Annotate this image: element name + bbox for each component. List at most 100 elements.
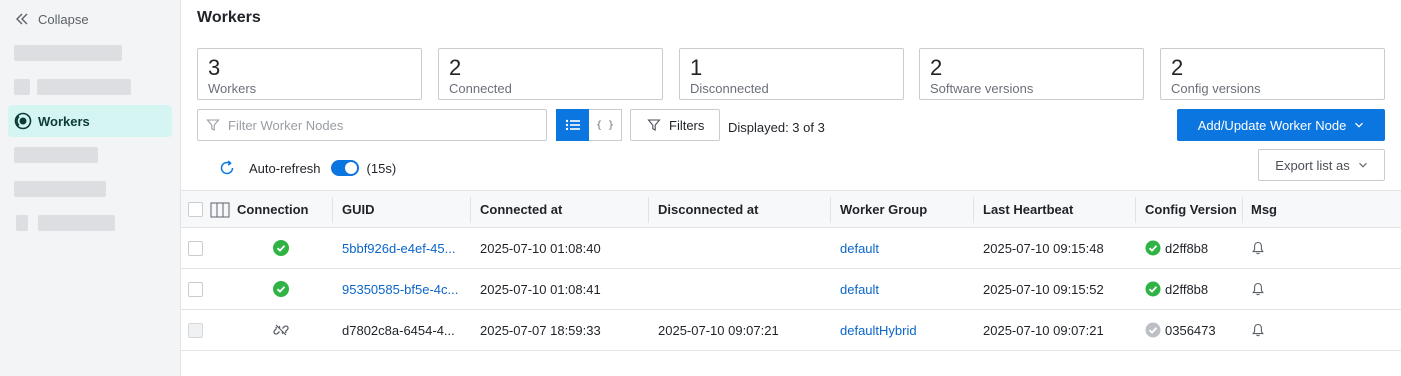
connection-cell — [273, 269, 289, 309]
stat-card-config-versions: 2 Config versions — [1160, 48, 1385, 100]
worker-group-link[interactable]: defaultHybrid — [840, 310, 917, 350]
msg-cell — [1252, 228, 1264, 268]
auto-refresh-toggle[interactable] — [330, 160, 359, 176]
chevron-down-icon — [1358, 162, 1367, 168]
check-circle-icon — [1145, 240, 1161, 256]
column-header-worker-group[interactable]: Worker Group — [840, 191, 927, 228]
worker-group-link[interactable]: default — [840, 269, 879, 309]
column-divider — [648, 197, 649, 223]
sidebar-icon-placeholder — [14, 79, 30, 95]
row-checkbox — [188, 322, 203, 338]
row-select-cell — [188, 269, 203, 309]
workers-icon — [14, 112, 32, 130]
braces-icon: { } — [595, 119, 615, 131]
select-all-cell — [188, 191, 203, 228]
guid-link[interactable]: 5bbf926d-e4ef-45... — [342, 228, 455, 268]
columns-icon[interactable] — [210, 201, 230, 218]
page-title: Workers — [197, 9, 261, 26]
sidebar-item-placeholder[interactable] — [14, 45, 122, 61]
stat-value: 2 — [930, 55, 943, 80]
sidebar-item-workers[interactable]: Workers — [8, 105, 172, 137]
config-version-value: d2ff8b8 — [1165, 240, 1209, 256]
double-chevron-left-icon — [16, 13, 28, 25]
last-heartbeat-cell: 2025-07-10 09:07:21 — [983, 322, 1104, 338]
column-header-msg[interactable]: Msg — [1251, 191, 1277, 228]
list-icon — [565, 119, 580, 131]
stat-card-connected: 2 Connected — [438, 48, 663, 100]
disconnected-at-cell: 2025-07-10 09:07:21 — [658, 322, 779, 338]
add-update-worker-node-button[interactable]: Add/Update Worker Node — [1177, 109, 1385, 141]
column-divider — [470, 197, 471, 223]
config-version-cell: d2ff8b8 — [1145, 228, 1208, 268]
column-chooser-cell — [210, 191, 230, 228]
stat-card-software-versions: 2 Software versions — [919, 48, 1144, 100]
guid-link[interactable]: 95350585-bf5e-4c... — [342, 269, 458, 309]
connected-at-cell: 2025-07-07 18:59:33 — [480, 322, 601, 338]
row-select-cell — [188, 228, 203, 268]
stat-label: Connected — [449, 81, 512, 96]
filters-button[interactable]: Filters — [630, 109, 720, 141]
filter-input[interactable] — [228, 117, 528, 133]
msg-cell — [1252, 269, 1264, 309]
column-header-guid[interactable]: GUID — [342, 191, 375, 228]
stat-label: Config versions — [1171, 81, 1261, 96]
list-view-button[interactable] — [556, 109, 589, 141]
config-version-cell: 0356473 — [1145, 310, 1216, 350]
stat-label: Workers — [208, 81, 257, 96]
json-view-button[interactable]: { } — [589, 109, 622, 141]
check-circle-gray-icon — [1145, 322, 1161, 338]
config-version-value: 0356473 — [1165, 322, 1216, 338]
row-select-cell — [188, 310, 203, 350]
bell-icon[interactable] — [1252, 282, 1264, 296]
stat-label: Software versions — [930, 81, 1034, 96]
export-label: Export list as — [1275, 157, 1350, 173]
connection-cell — [273, 310, 289, 350]
stat-value: 1 — [690, 55, 703, 80]
export-list-button[interactable]: Export list as — [1258, 149, 1385, 181]
stat-value: 2 — [1171, 55, 1184, 80]
add-update-label: Add/Update Worker Node — [1197, 117, 1347, 133]
row-checkbox[interactable] — [188, 240, 203, 256]
last-heartbeat-cell: 2025-07-10 09:15:48 — [983, 240, 1104, 256]
column-header-last-heartbeat[interactable]: Last Heartbeat — [983, 191, 1073, 228]
table-row[interactable]: 5bbf926d-e4ef-45... 2025-07-10 01:08:40 … — [181, 228, 1401, 269]
refresh-icon[interactable] — [219, 160, 235, 176]
guid-text: d7802c8a-6454-4... — [342, 322, 455, 338]
bell-icon[interactable] — [1252, 241, 1264, 255]
table-row[interactable]: 95350585-bf5e-4c... 2025-07-10 01:08:41 … — [181, 269, 1401, 310]
connected-at-cell: 2025-07-10 01:08:41 — [480, 281, 601, 297]
worker-group-link[interactable]: default — [840, 228, 879, 268]
sidebar-item-label: Workers — [38, 113, 90, 129]
column-header-config-version[interactable]: Config Version — [1145, 191, 1237, 228]
select-all-checkbox[interactable] — [188, 202, 203, 217]
row-checkbox[interactable] — [188, 281, 203, 297]
connected-icon — [273, 281, 289, 297]
connected-icon — [273, 240, 289, 256]
sidebar-item-placeholder[interactable] — [38, 215, 115, 231]
connected-at-cell: 2025-07-10 01:08:40 — [480, 240, 601, 256]
bell-icon[interactable] — [1252, 323, 1264, 337]
column-divider — [973, 197, 974, 223]
sidebar-item-placeholder[interactable] — [14, 147, 98, 163]
sidebar-icon-placeholder — [16, 215, 28, 231]
connection-cell — [273, 228, 289, 268]
auto-refresh-label: Auto-refresh — [249, 160, 321, 176]
column-header-connection[interactable]: Connection — [237, 191, 309, 228]
column-divider — [830, 197, 831, 223]
sidebar-item-placeholder[interactable] — [14, 181, 106, 197]
column-header-disconnected-at[interactable]: Disconnected at — [658, 191, 758, 228]
sidebar-item-placeholder[interactable] — [37, 79, 131, 95]
msg-cell — [1252, 310, 1264, 350]
collapse-button[interactable]: Collapse — [14, 10, 89, 28]
view-toggle: { } — [556, 109, 622, 141]
column-header-connected-at[interactable]: Connected at — [480, 191, 562, 228]
auto-refresh: Auto-refresh (15s) — [219, 158, 396, 178]
stat-value: 2 — [449, 55, 462, 80]
collapse-label: Collapse — [38, 11, 89, 27]
filters-label: Filters — [669, 117, 705, 133]
main-content: Workers 3 Workers 2 Connected 1 Disconne… — [181, 0, 1401, 376]
stat-card-workers: 3 Workers — [197, 48, 422, 100]
table-row[interactable]: d7802c8a-6454-4... 2025-07-07 18:59:33 2… — [181, 310, 1401, 351]
filter-worker-nodes[interactable] — [197, 109, 547, 141]
filter-icon — [206, 119, 220, 131]
